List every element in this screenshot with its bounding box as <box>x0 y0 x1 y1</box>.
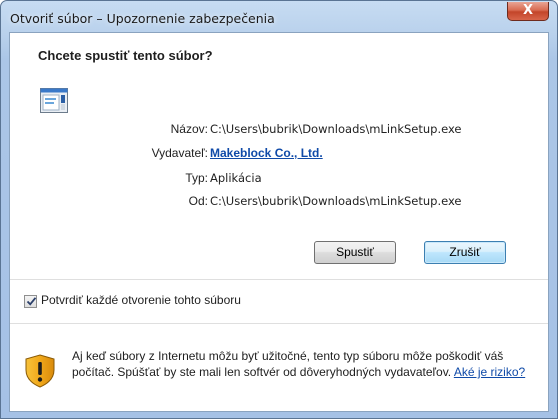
application-icon <box>40 88 68 113</box>
dialog-heading: Chcete spustiť tento súbor? <box>38 48 213 63</box>
risk-link[interactable]: Aké je riziko? <box>454 365 525 379</box>
checkmark-icon <box>26 297 37 306</box>
warning-message: Aj keď súbory z Internetu môžu byť užito… <box>72 348 542 380</box>
publisher-link[interactable]: Makeblock Co., Ltd. <box>210 144 323 162</box>
warning-text: Aj keď súbory z Internetu môžu byť užito… <box>72 349 504 379</box>
dialog-content: Chcete spustiť tento súbor? Názov: C:\Us… <box>9 32 549 412</box>
dialog-window: Otvoriť súbor – Upozornenie zabezpečenia… <box>0 0 558 419</box>
field-from-value: C:\Users\bubrik\Downloads\mLinkSetup.exe <box>210 194 462 208</box>
window-title: Otvoriť súbor – Upozornenie zabezpečenia <box>10 11 275 26</box>
divider <box>10 279 548 280</box>
field-type-label: Typ: <box>185 171 208 185</box>
confirm-checkbox[interactable] <box>24 295 37 308</box>
close-icon: X <box>522 3 534 18</box>
field-publisher-label: Vydavateľ: <box>151 146 208 160</box>
shield-warning-icon <box>25 354 55 388</box>
field-name-value: C:\Users\bubrik\Downloads\mLinkSetup.exe <box>210 122 462 136</box>
confirm-checkbox-label[interactable]: Potvrdiť každé otvorenie tohto súboru <box>41 293 241 307</box>
cancel-button[interactable]: Zrušiť <box>424 241 506 264</box>
close-button[interactable]: X <box>507 2 549 21</box>
divider <box>10 323 548 324</box>
run-button[interactable]: Spustiť <box>314 241 396 264</box>
field-from-label: Od: <box>188 194 208 208</box>
field-type-value: Aplikácia <box>210 171 262 185</box>
field-name-label: Názov: <box>170 122 208 136</box>
